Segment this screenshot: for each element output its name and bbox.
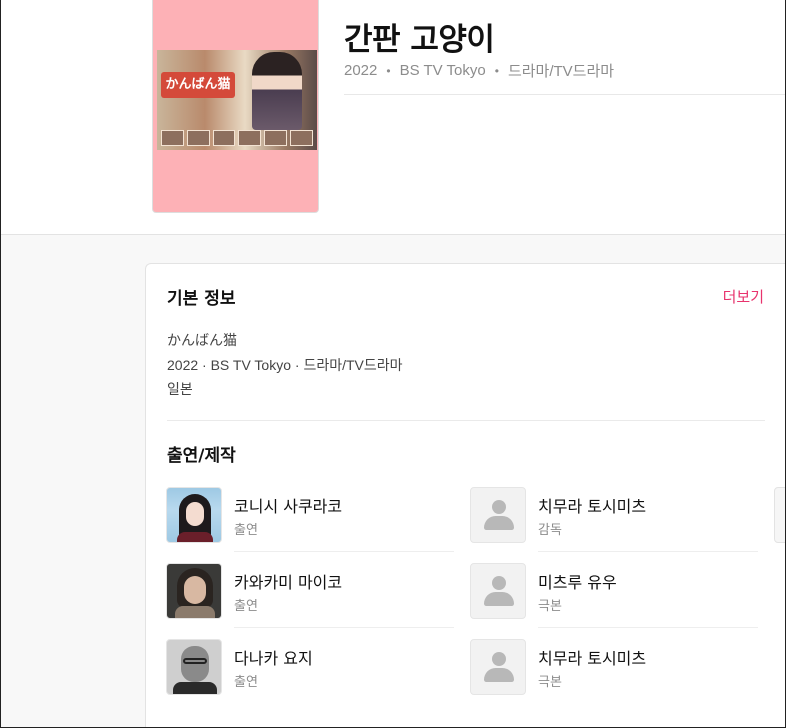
info-summary: 2022 · BS TV Tokyo · 드라마/TV드라마 [167,357,403,373]
person-placeholder-icon [470,487,526,543]
meta-separator: • [494,63,499,78]
person-role: 출연 [234,523,258,538]
person-name: 미츠루 유우 [538,573,617,592]
cast-item[interactable]: 카와카미 마이코 출연 [166,563,456,628]
person-name: 치무라 토시미츠 [538,649,647,668]
section-divider [167,420,765,421]
person-name: 코니시 사쿠라코 [234,497,343,516]
item-divider [538,551,758,552]
person-role: 극본 [538,599,562,614]
page-title: 간판 고양이 [344,22,495,58]
person-role: 극본 [538,675,562,690]
person-role: 감독 [538,523,562,538]
item-divider [538,627,758,628]
cast-section-title: 출연/제작 [167,446,236,466]
cast-item[interactable]: 코니시 사쿠라코 출연 [166,487,456,552]
item-divider [234,551,454,552]
cast-item[interactable]: 다나카 요지 출연 [166,639,456,697]
person-placeholder-icon [470,639,526,695]
original-title: かんばん猫 [167,332,237,348]
poster-artwork: かんばん猫 [157,50,317,150]
meta-year: 2022 [344,62,378,79]
person-name: 카와카미 마이코 [234,573,343,592]
crew-item[interactable]: 치무라 토시미츠 감독 [470,487,760,552]
next-column-item[interactable] [774,487,786,543]
person-placeholder-icon [470,563,526,619]
poster-logo: かんばん猫 [161,72,235,98]
crew-item[interactable]: 미츠루 유우 극본 [470,563,760,628]
item-divider [234,627,454,628]
poster-person [252,52,302,130]
crew-item[interactable]: 치무라 토시미츠 극본 [470,639,760,697]
basic-info-title: 기본 정보 [167,289,236,309]
meta-genre: 드라마/TV드라마 [507,63,615,80]
header-divider [344,94,786,95]
poster-thumbnails [161,130,313,146]
person-photo [166,563,222,619]
person-photo [166,487,222,543]
person-name: 다나카 요지 [234,649,313,668]
person-photo [166,639,222,695]
more-link[interactable]: 더보기 [723,286,764,307]
poster-image[interactable]: かんばん猫 [152,0,319,213]
person-name: 치무라 토시미츠 [538,497,647,516]
meta-separator: • [386,63,391,78]
info-country: 일본 [167,381,193,397]
person-role: 출연 [234,675,258,690]
meta-channel: BS TV Tokyo [399,62,486,79]
title-meta: 2022 • BS TV Tokyo • 드라마/TV드라마 [344,60,614,81]
person-role: 출연 [234,599,258,614]
